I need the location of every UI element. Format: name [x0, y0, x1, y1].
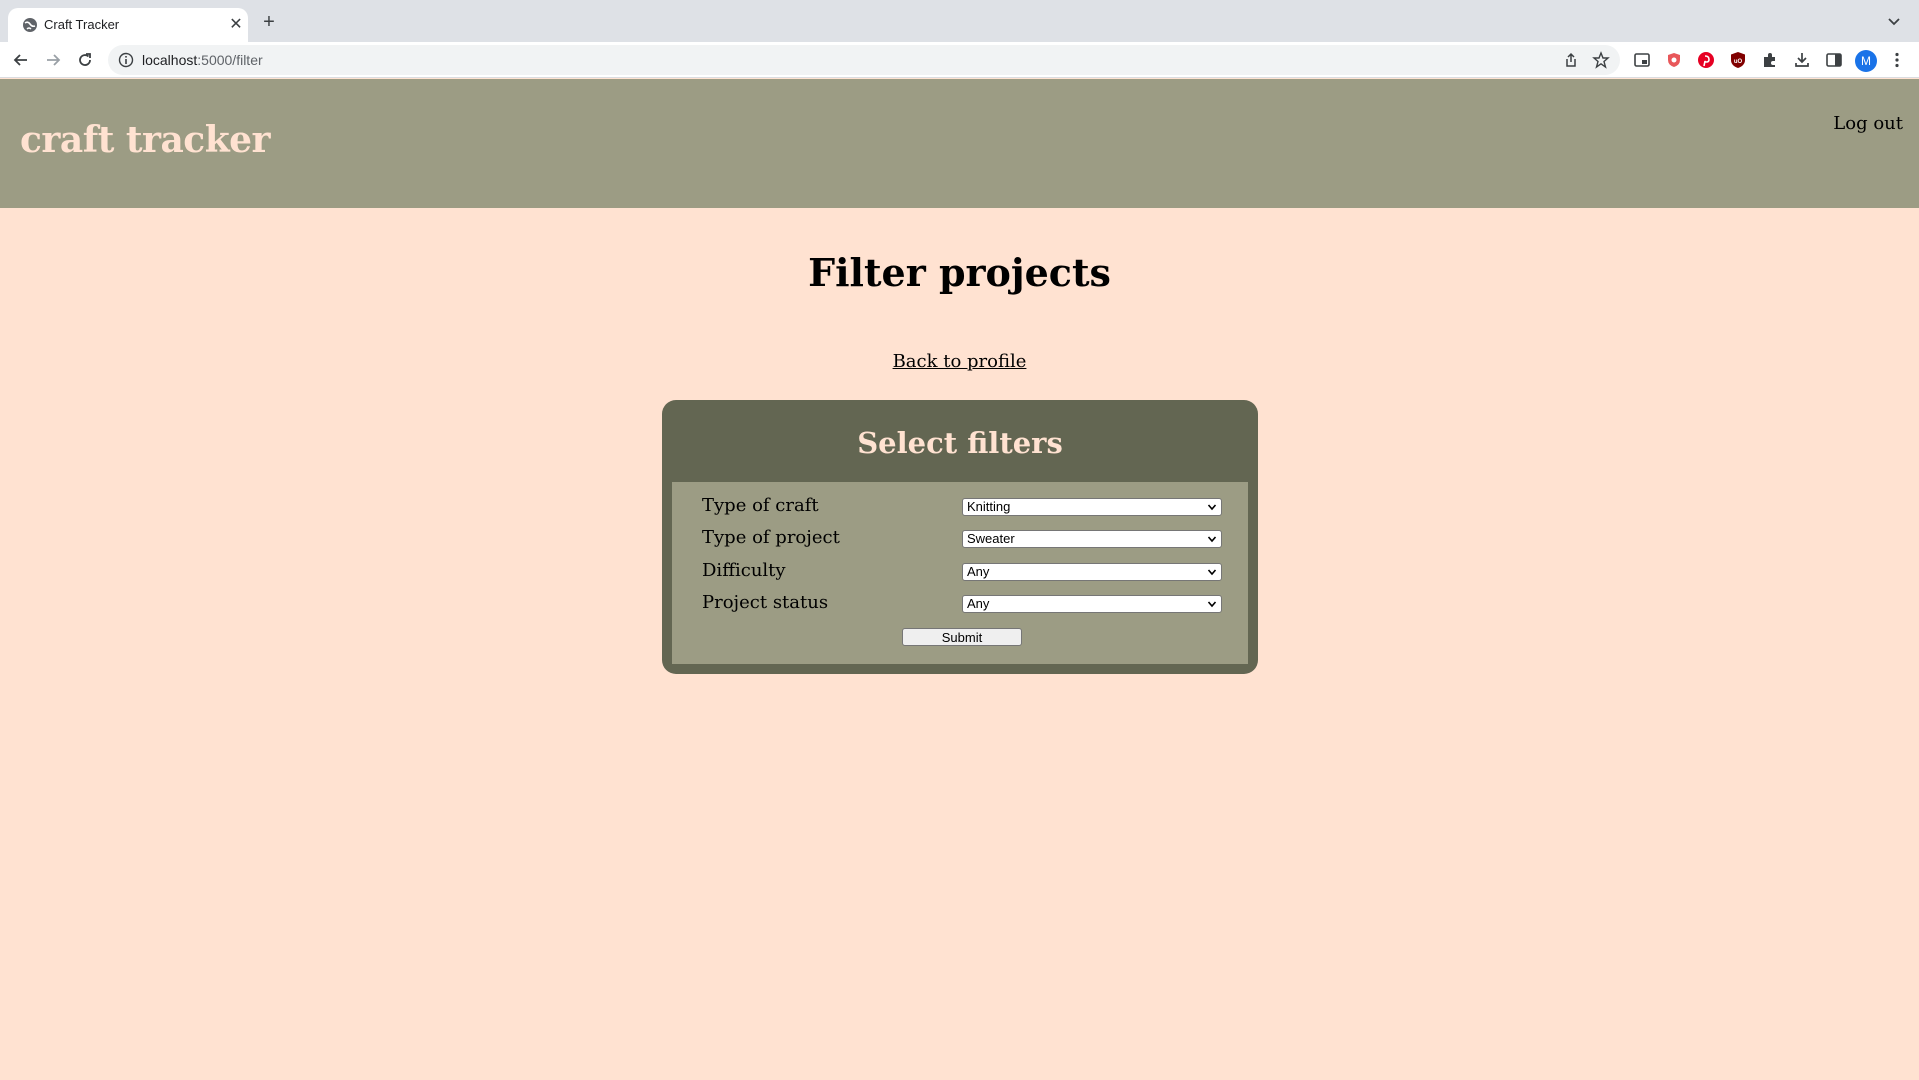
difficulty-select[interactable]: Any	[962, 563, 1222, 581]
browser-tab-strip: Craft Tracker ✕ +	[0, 0, 1919, 42]
filter-form: Type of craft Knitting Type of project S…	[672, 482, 1248, 664]
more-menu-icon[interactable]	[1888, 51, 1906, 69]
address-bar[interactable]: localhost:5000/filter	[108, 45, 1620, 75]
forward-arrow-icon[interactable]	[41, 48, 65, 72]
picture-in-picture-icon[interactable]	[1633, 51, 1651, 69]
ublock-icon[interactable]: uO	[1729, 51, 1747, 69]
back-arrow-icon[interactable]	[9, 48, 33, 72]
craft-type-select[interactable]: Knitting	[962, 498, 1222, 516]
side-panel-icon[interactable]	[1825, 51, 1843, 69]
url-host: localhost	[142, 52, 198, 68]
url-text: localhost:5000/filter	[142, 52, 263, 68]
project-status-select[interactable]: Any	[962, 595, 1222, 613]
share-icon[interactable]	[1562, 51, 1580, 69]
reload-icon[interactable]	[73, 48, 97, 72]
filter-card: Select filters Type of craft Knitting Ty…	[662, 400, 1258, 674]
info-icon[interactable]	[118, 52, 134, 68]
tab-title: Craft Tracker	[44, 17, 120, 32]
url-path: :5000/filter	[197, 52, 263, 68]
project-type-value: Sweater	[967, 531, 1015, 546]
chevron-down-icon[interactable]	[1885, 12, 1903, 30]
chevron-down-icon	[1207, 569, 1217, 576]
profile-avatar[interactable]: M	[1855, 50, 1877, 72]
difficulty-label: Difficulty	[702, 560, 786, 581]
difficulty-value: Any	[967, 564, 990, 579]
chevron-down-icon	[1207, 601, 1217, 608]
puzzle-extensions-icon[interactable]	[1761, 51, 1779, 69]
project-type-select[interactable]: Sweater	[962, 530, 1222, 548]
back-to-profile-link[interactable]: Back to profile	[893, 351, 1027, 372]
site-header: craft tracker Log out	[0, 79, 1919, 208]
svg-text:uO: uO	[1734, 59, 1743, 65]
submit-button[interactable]: Submit	[902, 628, 1022, 646]
pinterest-icon[interactable]	[1697, 51, 1715, 69]
browser-toolbar: localhost:5000/filter uO M	[0, 42, 1919, 78]
shield-extension-icon[interactable]	[1665, 51, 1683, 69]
filter-card-title: Select filters	[857, 426, 1063, 460]
new-tab-icon[interactable]: +	[258, 11, 280, 33]
page-title: Filter projects	[808, 250, 1111, 295]
chevron-down-icon	[1207, 504, 1217, 511]
close-icon[interactable]: ✕	[226, 14, 246, 34]
project-status-value: Any	[967, 596, 990, 611]
download-icon[interactable]	[1793, 51, 1811, 69]
globe-icon	[23, 18, 37, 32]
site-brand[interactable]: craft tracker	[20, 119, 271, 161]
chevron-down-icon	[1207, 536, 1217, 543]
logout-link[interactable]: Log out	[1833, 113, 1903, 134]
star-icon[interactable]	[1592, 51, 1610, 69]
back-link-container: Back to profile	[0, 351, 1919, 372]
browser-tab[interactable]: Craft Tracker ✕	[8, 8, 248, 42]
project-status-label: Project status	[702, 592, 829, 613]
project-type-label: Type of project	[702, 527, 840, 548]
craft-type-label: Type of craft	[702, 495, 819, 516]
craft-type-value: Knitting	[967, 499, 1011, 514]
